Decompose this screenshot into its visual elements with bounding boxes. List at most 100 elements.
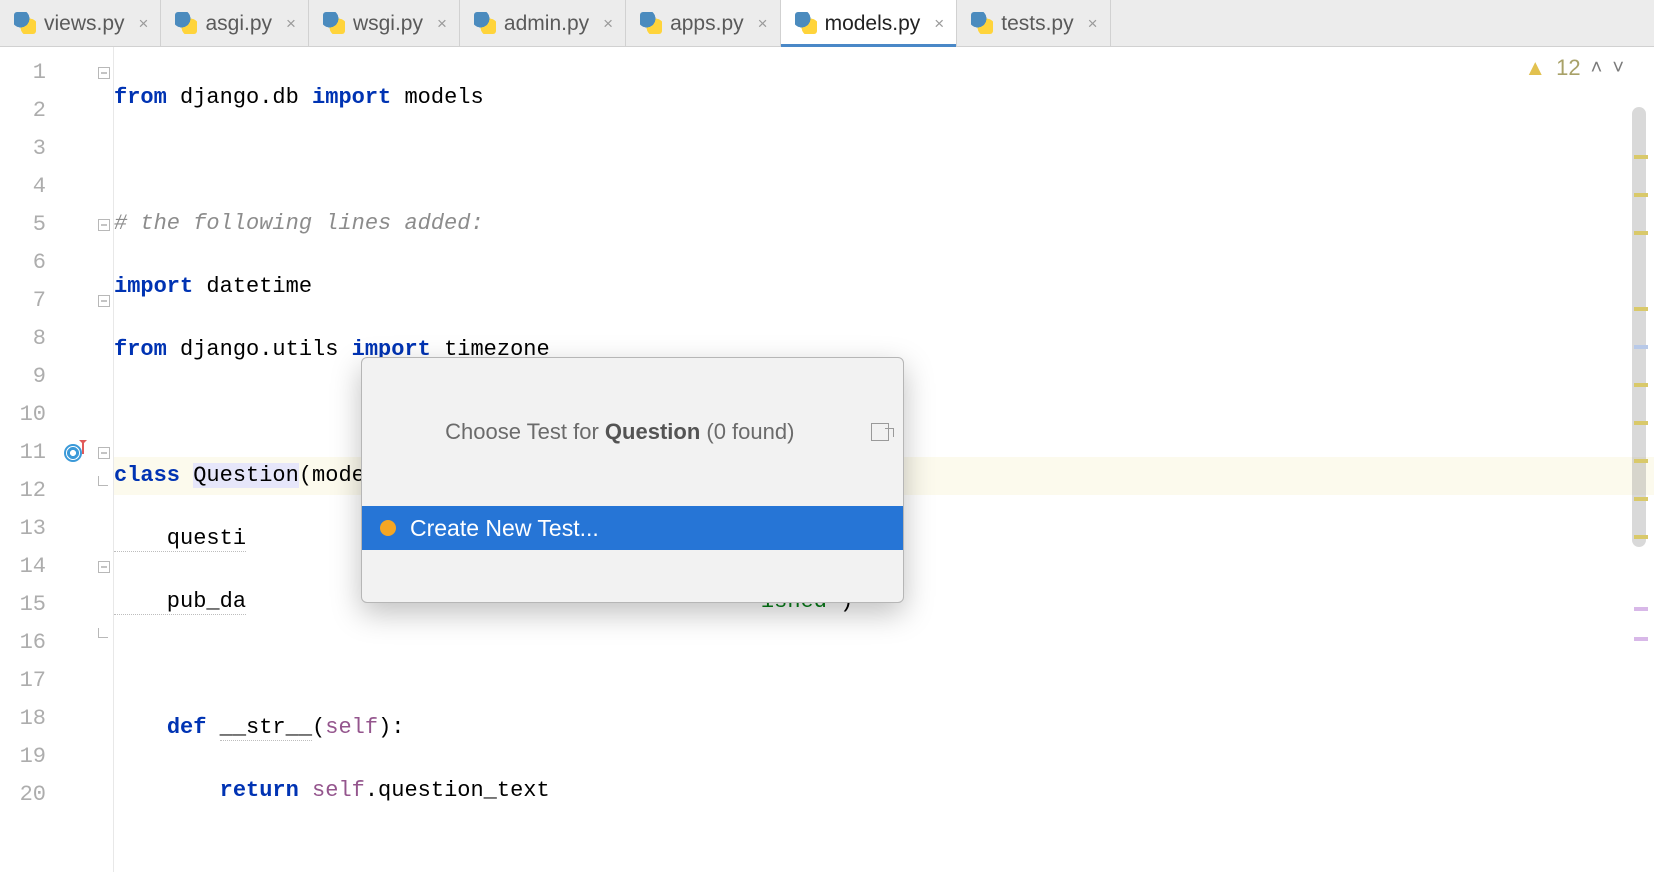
- popup-item-label: Create New Test...: [410, 515, 599, 542]
- tab-label: asgi.py: [205, 13, 272, 34]
- tab-label: admin.py: [504, 13, 589, 34]
- close-icon[interactable]: ×: [603, 15, 613, 32]
- code-token: from: [114, 85, 167, 110]
- code-token: django.db: [167, 85, 312, 110]
- tab-label: apps.py: [670, 13, 744, 34]
- tab-label: wsgi.py: [353, 13, 423, 34]
- python-icon: [474, 12, 496, 34]
- line-number: 13: [0, 510, 58, 548]
- fold-gutter: [96, 47, 114, 872]
- close-icon[interactable]: ×: [758, 15, 768, 32]
- scroll-thumb[interactable]: [1632, 107, 1646, 547]
- warning-icon: ▲: [1524, 55, 1546, 81]
- code-token: (: [312, 715, 325, 740]
- python-icon: [640, 12, 662, 34]
- line-number: 3: [0, 130, 58, 168]
- error-stripe[interactable]: [1634, 383, 1648, 387]
- code-token: ):: [378, 715, 404, 740]
- error-stripe[interactable]: [1634, 421, 1648, 425]
- line-number: 1: [0, 54, 58, 92]
- code-token: import: [312, 85, 391, 110]
- close-icon[interactable]: ×: [286, 15, 296, 32]
- chevron-up-icon[interactable]: ˄: [1591, 57, 1603, 80]
- chevron-down-icon[interactable]: ˅: [1612, 57, 1624, 80]
- error-stripe[interactable]: [1634, 345, 1648, 349]
- inspections-widget[interactable]: ▲ 12 ˄ ˅: [1524, 55, 1624, 81]
- line-number: 18: [0, 700, 58, 738]
- code-token: import: [114, 274, 193, 299]
- line-number: 7: [0, 282, 58, 320]
- line-number: 6: [0, 244, 58, 282]
- choose-test-popup: Choose Test for Question (0 found) Creat…: [361, 357, 904, 603]
- line-number: 8: [0, 320, 58, 358]
- close-icon[interactable]: ×: [437, 15, 447, 32]
- fold-toggle[interactable]: [98, 447, 110, 459]
- code-token: [114, 715, 167, 740]
- line-number: 15: [0, 586, 58, 624]
- popup-title-bold: Question: [605, 419, 700, 444]
- python-icon: [795, 12, 817, 34]
- python-icon: [323, 12, 345, 34]
- line-number: 9: [0, 358, 58, 396]
- fold-end: [98, 485, 110, 497]
- scrollbar[interactable]: [1630, 107, 1648, 852]
- fold-toggle[interactable]: [98, 219, 110, 231]
- popup-title-text: Choose Test for: [445, 419, 605, 444]
- line-number: 4: [0, 168, 58, 206]
- create-new-test-item[interactable]: Create New Test...: [362, 506, 903, 550]
- code-token: models: [391, 85, 483, 110]
- error-stripe[interactable]: [1634, 607, 1648, 611]
- tab-models[interactable]: models.py ×: [781, 0, 958, 46]
- error-stripe[interactable]: [1634, 535, 1648, 539]
- code-token: __str__: [220, 715, 312, 741]
- line-number: 5: [0, 206, 58, 244]
- fold-end: [98, 637, 110, 649]
- code-token: pub_da: [114, 589, 246, 615]
- code-token: django.utils: [167, 337, 352, 362]
- line-number: 11: [0, 434, 58, 472]
- marker-gutter: [58, 47, 96, 872]
- pin-icon[interactable]: [871, 423, 889, 441]
- error-stripe[interactable]: [1634, 155, 1648, 159]
- code-token: [114, 778, 220, 803]
- tab-admin[interactable]: admin.py ×: [460, 0, 626, 46]
- fold-toggle[interactable]: [98, 67, 110, 79]
- code-token: return: [220, 778, 312, 803]
- class-name: Question: [193, 463, 299, 488]
- error-stripe[interactable]: [1634, 231, 1648, 235]
- tab-views[interactable]: views.py ×: [0, 0, 161, 46]
- code-area[interactable]: from django.db import models # the follo…: [114, 47, 1654, 872]
- line-number: 19: [0, 738, 58, 776]
- fold-toggle[interactable]: [98, 561, 110, 573]
- tab-wsgi[interactable]: wsgi.py ×: [309, 0, 460, 46]
- error-stripe[interactable]: [1634, 459, 1648, 463]
- tab-tests[interactable]: tests.py×: [957, 0, 1110, 46]
- editor: 1 2 3 4 5 6 7 8 9 10 11 12 13 14 15 16 1…: [0, 47, 1654, 872]
- tab-apps[interactable]: apps.py ×: [626, 0, 781, 46]
- close-icon[interactable]: ×: [139, 15, 149, 32]
- line-number: 20: [0, 776, 58, 814]
- close-icon[interactable]: ×: [1088, 15, 1098, 32]
- python-icon: [971, 12, 993, 34]
- tab-label: models.py: [825, 13, 921, 34]
- inspections-count: 12: [1556, 55, 1580, 81]
- code-token: self: [325, 715, 378, 740]
- error-stripe[interactable]: [1634, 193, 1648, 197]
- line-number: 10: [0, 396, 58, 434]
- code-token: .question_text: [365, 778, 550, 803]
- popup-title-suffix: (0 found): [700, 419, 794, 444]
- error-stripe[interactable]: [1634, 497, 1648, 501]
- code-comment: # the following lines added:: [114, 211, 484, 236]
- fold-toggle[interactable]: [98, 295, 110, 307]
- error-stripe[interactable]: [1634, 637, 1648, 641]
- error-stripe[interactable]: [1634, 307, 1648, 311]
- tab-asgi[interactable]: asgi.py ×: [161, 0, 308, 46]
- bullet-icon: [380, 520, 396, 536]
- close-icon[interactable]: ×: [934, 15, 944, 32]
- tab-bar: views.py × asgi.py × wsgi.py × admin.py × ap…: [0, 0, 1654, 47]
- tab-label: views.py: [44, 13, 125, 34]
- override-icon[interactable]: [64, 444, 82, 462]
- code-token: questi: [114, 526, 246, 552]
- line-number: 17: [0, 662, 58, 700]
- code-token: class: [114, 463, 193, 488]
